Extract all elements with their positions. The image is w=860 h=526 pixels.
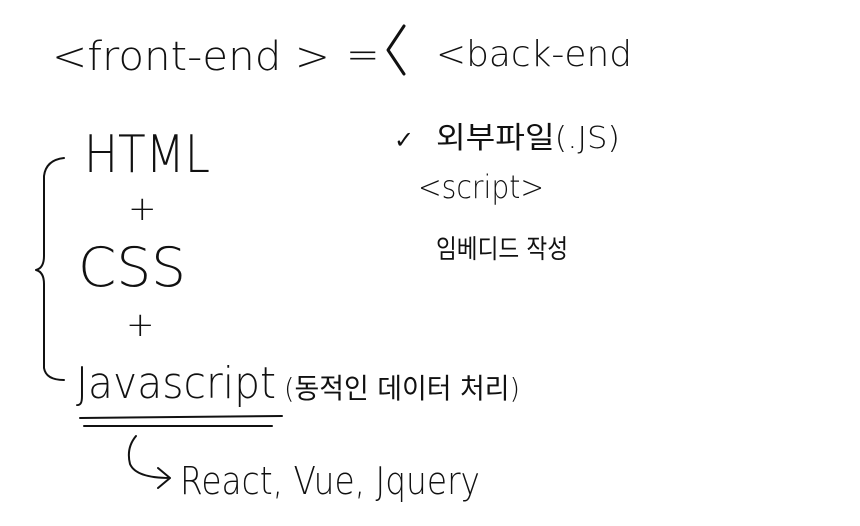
javascript-label: Javascript (76, 358, 276, 409)
embedded-note: 임베디드 작성 (436, 235, 568, 265)
equals-sign: = (346, 32, 380, 78)
script-tag-note: <script> (418, 168, 544, 206)
plus-2: + (126, 305, 155, 345)
html-label: HTML (84, 125, 210, 185)
javascript-note: (동적인 데이터 처리) (284, 372, 520, 405)
back-end-label: <back-end (436, 34, 632, 75)
check-mark: ✓ (394, 126, 414, 154)
external-file-note: 외부파일(.JS) (436, 121, 620, 156)
javascript-underline-top (79, 415, 283, 419)
big-left-bracket (386, 24, 406, 76)
left-brace (35, 157, 65, 381)
css-label: CSS (78, 236, 186, 299)
front-end-label: <front-end > (52, 34, 330, 80)
handwritten-notes-canvas: <front-end > = <back-end HTML + CSS + Ja… (35, 24, 632, 503)
frameworks-arrow (127, 435, 171, 489)
plus-1: + (128, 189, 157, 229)
frameworks-label: React, Vue, Jquery (180, 459, 480, 503)
